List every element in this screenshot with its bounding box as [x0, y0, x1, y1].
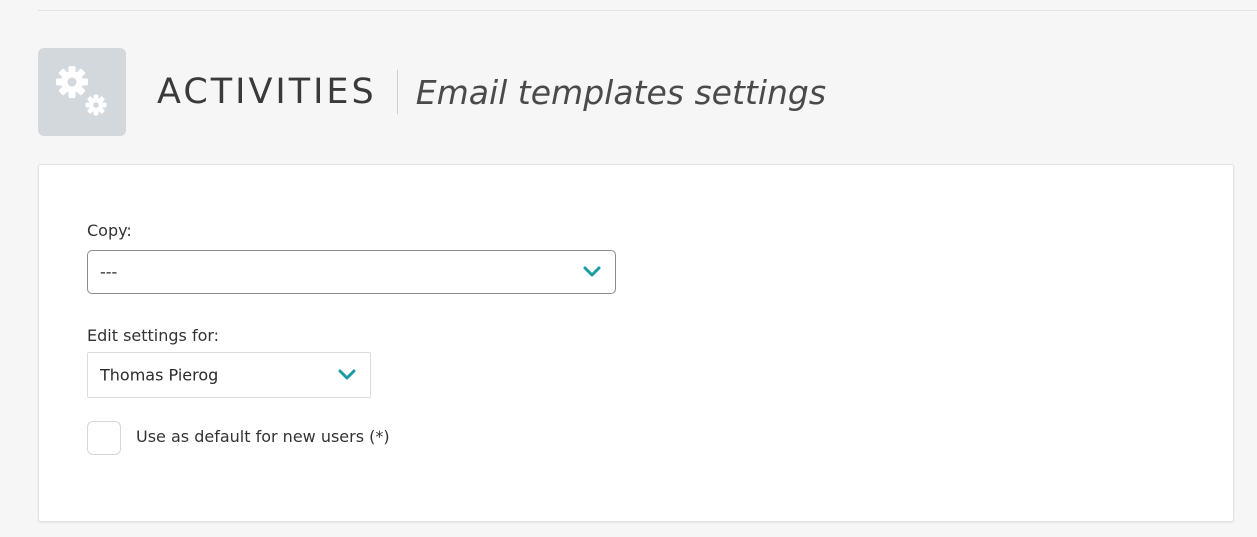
user-select-value: Thomas Pierog: [100, 365, 219, 385]
edit-settings-for-label: Edit settings for:: [87, 326, 220, 345]
copy-select[interactable]: ---: [87, 250, 616, 294]
copy-label: Copy:: [87, 221, 132, 240]
copy-select-value: ---: [100, 262, 118, 282]
title-group: ACTIVITIES Email templates settings: [157, 68, 826, 116]
page-header: ACTIVITIES Email templates settings: [38, 48, 1257, 136]
top-divider: [38, 10, 1257, 11]
chevron-down-icon: [338, 369, 356, 380]
settings-panel: Copy: --- Edit settings for: Thomas Pier…: [38, 164, 1234, 522]
default-for-new-users-label[interactable]: Use as default for new users (*): [136, 427, 390, 446]
module-title: ACTIVITIES: [157, 72, 377, 112]
gears-icon: [38, 48, 126, 136]
default-for-new-users-checkbox[interactable]: [87, 421, 121, 455]
title-divider: [396, 70, 398, 114]
page-subtitle: Email templates settings: [415, 72, 827, 112]
chevron-down-icon: [583, 266, 601, 277]
user-select[interactable]: Thomas Pierog: [87, 352, 371, 398]
